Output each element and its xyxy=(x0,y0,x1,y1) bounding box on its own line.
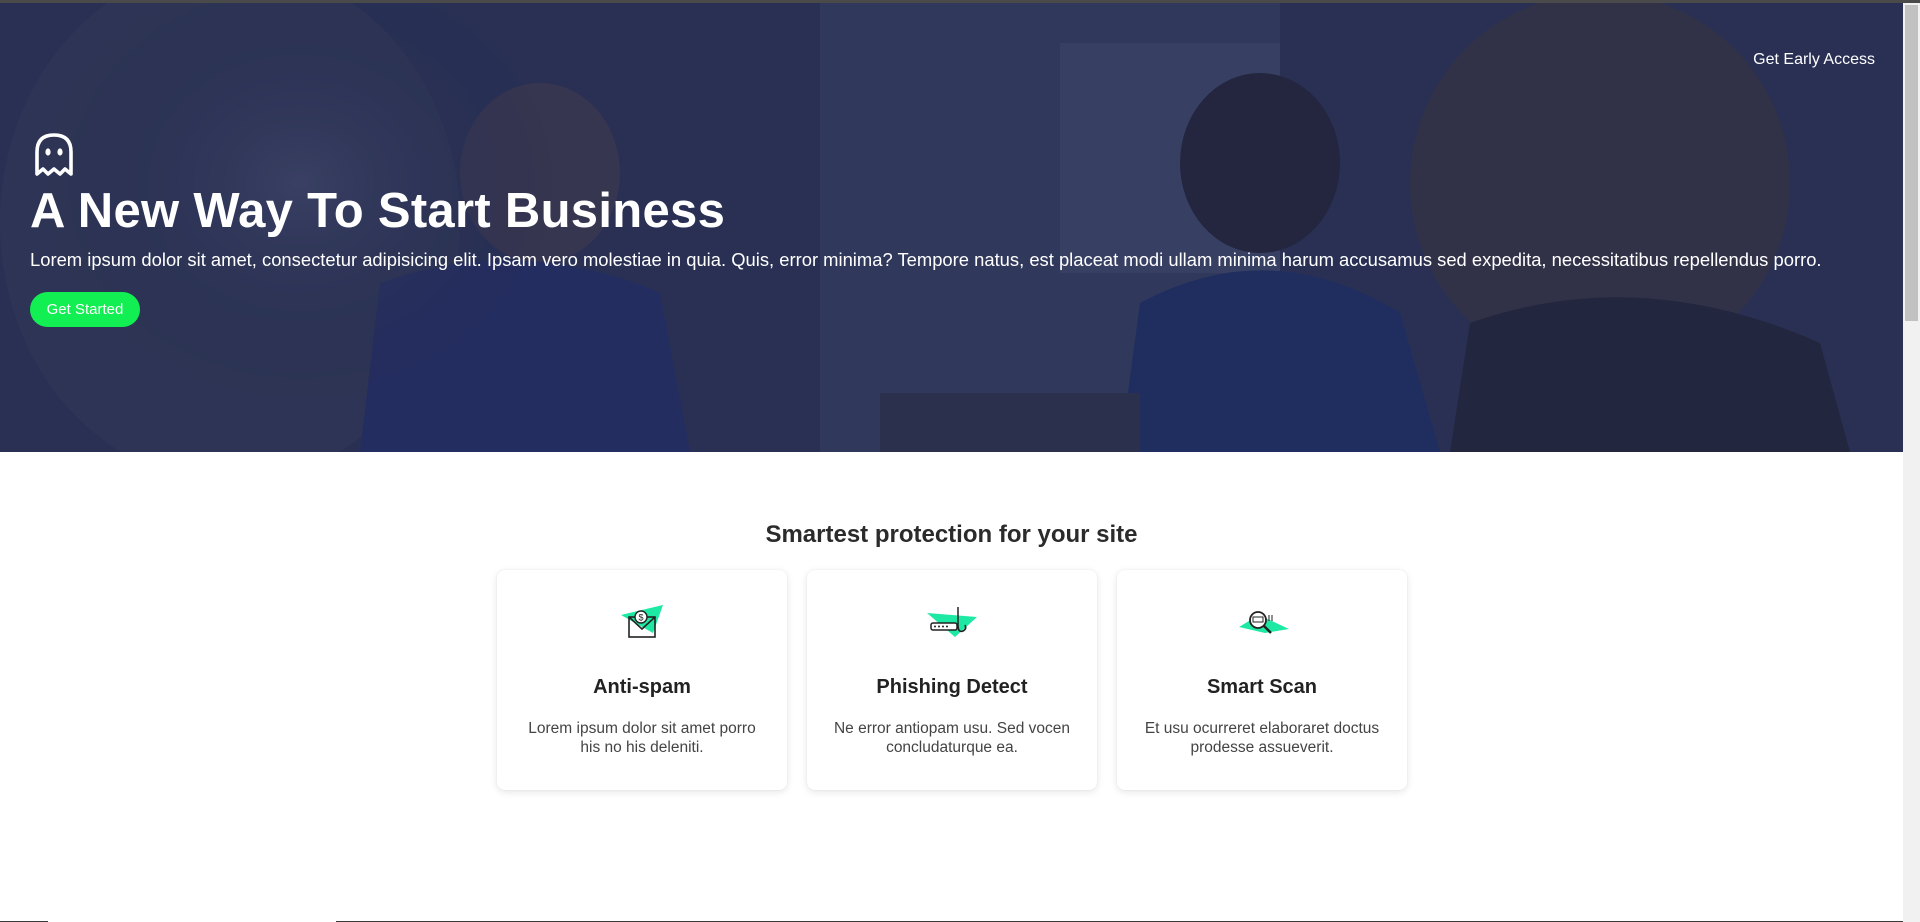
card-title: Smart Scan xyxy=(1206,676,1318,698)
svg-text:$: $ xyxy=(639,613,644,623)
card-description: Ne error antiopam usu. Sed vocen conclud… xyxy=(833,720,1071,756)
feature-card-phishing-detect: Phishing Detect Ne error antiopam usu. S… xyxy=(807,570,1097,790)
ghost-icon xyxy=(35,133,73,176)
features-title: Smartest protection for your site xyxy=(765,521,1138,548)
page: Get Early Access A New Way To Start Busi… xyxy=(0,3,1903,922)
vertical-scrollbar[interactable] xyxy=(1903,3,1920,922)
card-description: Lorem ipsum dolor sit amet porro his no … xyxy=(528,720,756,756)
get-early-access-link[interactable]: Get Early Access xyxy=(1753,51,1875,69)
card-title: Phishing Detect xyxy=(876,676,1028,698)
phishing-hook-icon xyxy=(927,607,977,637)
spam-envelope-icon: $ xyxy=(621,605,663,638)
hero-description: Lorem ipsum dolor sit amet, consectetur … xyxy=(30,249,1822,270)
magnifier-scan-icon xyxy=(1239,611,1289,634)
card-description: Et usu ocurreret elaboraret doctus prode… xyxy=(1144,720,1380,756)
feature-card-anti-spam: $ Anti-spam Lorem ipsum dolor sit amet p… xyxy=(497,570,787,790)
card-title: Anti-spam xyxy=(593,676,691,698)
hero-title: A New Way To Start Business xyxy=(30,184,726,238)
feature-card-smart-scan: Smart Scan Et usu ocurreret elaboraret d… xyxy=(1117,570,1407,790)
get-started-button[interactable]: Get Started xyxy=(30,292,140,327)
hero-section: Get Early Access A New Way To Start Busi… xyxy=(0,3,1903,452)
scrollbar-thumb[interactable] xyxy=(1905,5,1918,321)
